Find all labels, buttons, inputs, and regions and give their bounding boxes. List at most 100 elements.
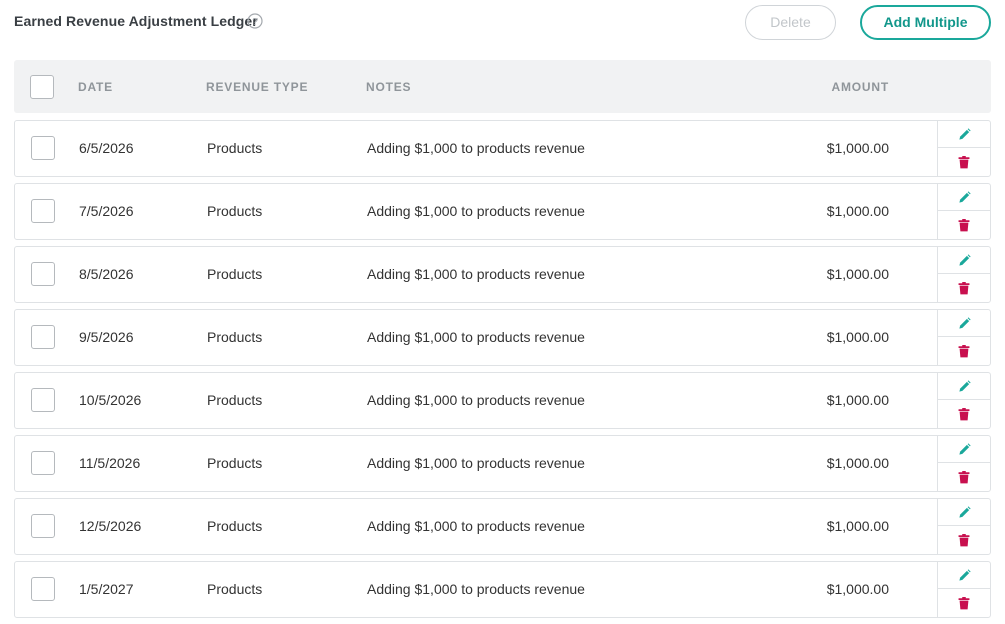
trash-icon (958, 596, 970, 609)
row-amount: $1,000.00 (826, 329, 889, 345)
trash-icon (958, 281, 970, 294)
row-actions (937, 373, 990, 428)
trash-icon (958, 470, 970, 483)
row-amount: $1,000.00 (826, 581, 889, 597)
table-row: 1/5/2027 Products Adding $1,000 to produ… (14, 561, 991, 618)
delete-row-button[interactable] (938, 274, 990, 302)
row-revenue-type: Products (207, 266, 263, 282)
row-amount: $1,000.00 (826, 518, 889, 534)
trash-icon (958, 155, 970, 168)
question-circle-icon[interactable]: ? (247, 13, 263, 29)
row-notes: Adding $1,000 to products revenue (367, 518, 585, 534)
row-date: 1/5/2027 (79, 581, 134, 597)
row-amount: $1,000.00 (826, 266, 889, 282)
delete-row-button[interactable] (938, 337, 990, 365)
row-actions (937, 310, 990, 365)
edit-row-button[interactable] (938, 373, 990, 400)
add-multiple-button[interactable]: Add Multiple (860, 5, 991, 40)
table-row: 9/5/2026 Products Adding $1,000 to produ… (14, 309, 991, 366)
row-notes: Adding $1,000 to products revenue (367, 140, 585, 156)
row-date: 6/5/2026 (79, 140, 134, 156)
table-header: DATE REVENUE TYPE NOTES AMOUNT (14, 60, 991, 113)
delete-row-button[interactable] (938, 463, 990, 491)
row-actions (937, 562, 990, 617)
row-revenue-type: Products (207, 329, 263, 345)
table-row: 11/5/2026 Products Adding $1,000 to prod… (14, 435, 991, 492)
row-actions (937, 436, 990, 491)
row-date: 9/5/2026 (79, 329, 134, 345)
pencil-icon (958, 505, 971, 518)
row-checkbox[interactable] (31, 514, 55, 538)
table-row: 12/5/2026 Products Adding $1,000 to prod… (14, 498, 991, 555)
table-row: 7/5/2026 Products Adding $1,000 to produ… (14, 183, 991, 240)
row-checkbox[interactable] (31, 262, 55, 286)
column-header-revenue-type: REVENUE TYPE (206, 80, 309, 94)
row-notes: Adding $1,000 to products revenue (367, 266, 585, 282)
page-header: Earned Revenue Adjustment Ledger ? Delet… (0, 0, 1005, 44)
row-checkbox[interactable] (31, 325, 55, 349)
row-actions (937, 499, 990, 554)
edit-row-button[interactable] (938, 499, 990, 526)
trash-icon (958, 344, 970, 357)
column-header-notes: NOTES (366, 80, 412, 94)
trash-icon (958, 533, 970, 546)
row-checkbox[interactable] (31, 136, 55, 160)
row-revenue-type: Products (207, 203, 263, 219)
delete-row-button[interactable] (938, 589, 990, 617)
edit-row-button[interactable] (938, 247, 990, 274)
edit-row-button[interactable] (938, 121, 990, 148)
row-notes: Adding $1,000 to products revenue (367, 581, 585, 597)
delete-row-button[interactable] (938, 211, 990, 239)
column-header-amount: AMOUNT (831, 80, 889, 94)
row-date: 11/5/2026 (79, 455, 141, 471)
delete-row-button[interactable] (938, 148, 990, 176)
row-revenue-type: Products (207, 140, 263, 156)
row-checkbox[interactable] (31, 388, 55, 412)
row-revenue-type: Products (207, 581, 263, 597)
row-amount: $1,000.00 (826, 203, 889, 219)
pencil-icon (958, 379, 971, 392)
delete-button[interactable]: Delete (745, 5, 836, 40)
row-notes: Adding $1,000 to products revenue (367, 455, 585, 471)
row-notes: Adding $1,000 to products revenue (367, 329, 585, 345)
table-row: 10/5/2026 Products Adding $1,000 to prod… (14, 372, 991, 429)
row-amount: $1,000.00 (826, 392, 889, 408)
pencil-icon (958, 253, 971, 266)
row-checkbox[interactable] (31, 577, 55, 601)
column-header-date: DATE (78, 80, 113, 94)
row-actions (937, 121, 990, 176)
pencil-icon (958, 127, 971, 140)
svg-text:?: ? (252, 17, 258, 28)
edit-row-button[interactable] (938, 310, 990, 337)
pencil-icon (958, 190, 971, 203)
pencil-icon (958, 316, 971, 329)
row-notes: Adding $1,000 to products revenue (367, 203, 585, 219)
row-checkbox[interactable] (31, 199, 55, 223)
select-all-checkbox[interactable] (30, 75, 54, 99)
trash-icon (958, 218, 970, 231)
pencil-icon (958, 568, 971, 581)
row-notes: Adding $1,000 to products revenue (367, 392, 585, 408)
row-date: 10/5/2026 (79, 392, 142, 408)
page-title: Earned Revenue Adjustment Ledger (14, 13, 258, 29)
row-amount: $1,000.00 (826, 455, 889, 471)
delete-row-button[interactable] (938, 526, 990, 554)
edit-row-button[interactable] (938, 436, 990, 463)
row-date: 12/5/2026 (79, 518, 142, 534)
edit-row-button[interactable] (938, 184, 990, 211)
row-checkbox[interactable] (31, 451, 55, 475)
table-row: 8/5/2026 Products Adding $1,000 to produ… (14, 246, 991, 303)
row-date: 8/5/2026 (79, 266, 134, 282)
delete-row-button[interactable] (938, 400, 990, 428)
row-date: 7/5/2026 (79, 203, 134, 219)
row-revenue-type: Products (207, 518, 263, 534)
row-revenue-type: Products (207, 455, 263, 471)
row-actions (937, 247, 990, 302)
edit-row-button[interactable] (938, 562, 990, 589)
row-amount: $1,000.00 (826, 140, 889, 156)
pencil-icon (958, 442, 971, 455)
row-revenue-type: Products (207, 392, 263, 408)
table-row: 6/5/2026 Products Adding $1,000 to produ… (14, 120, 991, 177)
trash-icon (958, 407, 970, 420)
row-actions (937, 184, 990, 239)
